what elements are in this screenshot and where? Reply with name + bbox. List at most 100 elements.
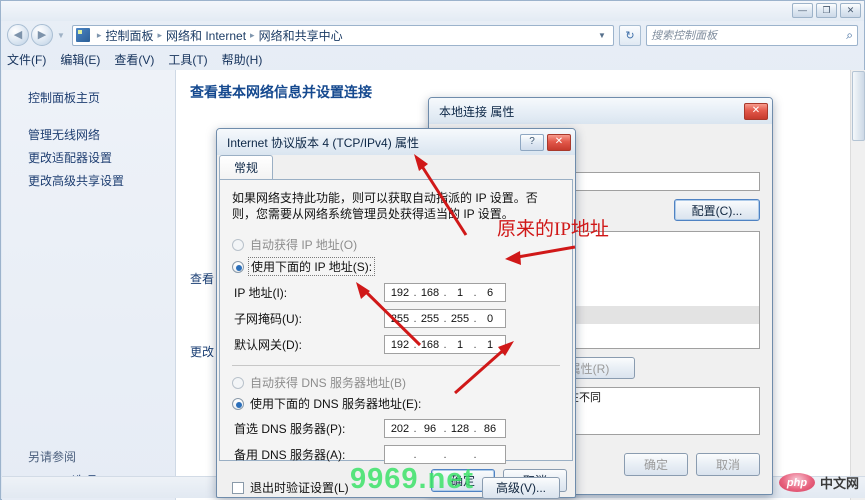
watermark-php: php 中文网 [778, 473, 859, 492]
ip-octet[interactable]: 255 [447, 313, 473, 325]
main-text-view: 查看 [190, 272, 215, 286]
bg-cancel-button[interactable]: 取消 [696, 453, 760, 476]
ip-address-input[interactable]: 192. 168. 1. 6 [384, 283, 506, 303]
ip-octet[interactable]: 192 [387, 287, 413, 299]
ip-octet[interactable]: 0 [477, 313, 503, 325]
maximize-button[interactable]: ❐ [816, 3, 837, 18]
search-box[interactable]: 搜索控制面板 ⌕ [646, 24, 858, 46]
field-row-subnet-mask: 子网掩码(U): 255. 255. 255. 0 [232, 308, 560, 329]
window-controls: — ❐ ✕ [792, 3, 861, 18]
menu-help[interactable]: 帮助(H) [222, 51, 263, 68]
radio-use-following-ip[interactable]: 使用下面的 IP 地址(S): [232, 257, 560, 277]
field-row-default-gateway: 默认网关(D): 192. 168. 1. 1 [232, 334, 560, 355]
checkbox-icon [232, 481, 244, 494]
radio-use-following-dns[interactable]: 使用下面的 DNS 服务器地址(E): [232, 395, 560, 412]
sidebar-item-manage-wireless[interactable]: 管理无线网络 [2, 123, 175, 146]
sidebar-item-advanced-sharing[interactable]: 更改高级共享设置 [2, 169, 175, 192]
breadcrumb-item-1[interactable]: 网络和 Internet [166, 27, 246, 44]
breadcrumb-separator: ▸ [157, 29, 162, 40]
menu-bar: 文件(F) 编辑(E) 查看(V) 工具(T) 帮助(H) [1, 49, 864, 69]
ip-octet[interactable]: 1 [447, 339, 473, 351]
main-text-change: 更改 [190, 345, 215, 359]
radio-obtain-ip-auto-label: 自动获得 IP 地址(O) [250, 238, 358, 253]
scrollbar-thumb[interactable] [852, 71, 865, 141]
field-row-ip-address: IP 地址(I): 192. 168. 1. 6 [232, 282, 560, 303]
forward-icon: ▶ [37, 28, 47, 41]
dialog-close-button[interactable]: ✕ [547, 133, 571, 151]
subnet-mask-input[interactable]: 255. 255. 255. 0 [384, 309, 506, 329]
breadcrumb-separator: ▸ [250, 29, 255, 40]
ip-octet[interactable]: 202 [387, 423, 413, 435]
subnet-mask-label: 子网掩码(U): [234, 312, 302, 327]
preferred-dns-label: 首选 DNS 服务器(P): [234, 422, 346, 437]
breadcrumb-item-0[interactable]: 控制面板 [105, 27, 153, 44]
alternate-dns-label: 备用 DNS 服务器(A): [234, 448, 346, 463]
ip-dot: . [473, 448, 477, 461]
minimize-button[interactable]: — [792, 3, 813, 18]
ip-dot: . [413, 448, 417, 461]
radio-obtain-dns-auto[interactable]: 自动获得 DNS 服务器地址(B) [232, 374, 560, 391]
ip-octet[interactable]: 168 [417, 287, 443, 299]
radio-icon [232, 376, 244, 389]
ip-field-group: IP 地址(I): 192. 168. 1. 6 子网掩码(U): 255. 2… [232, 282, 560, 355]
ip-address-label: IP 地址(I): [234, 286, 288, 301]
alternate-dns-input[interactable]: . . . [384, 445, 506, 465]
ip-octet[interactable]: 96 [417, 423, 443, 435]
watermark-site: 9969.net [350, 463, 475, 495]
radio-use-following-dns-label: 使用下面的 DNS 服务器地址(E): [250, 397, 422, 412]
refresh-icon: ↻ [625, 29, 635, 42]
window-titlebar: — ❐ ✕ [1, 1, 864, 21]
ip-octet[interactable]: 255 [387, 313, 413, 325]
back-button[interactable]: ◀ [7, 24, 29, 46]
tab-general[interactable]: 常规 [219, 155, 274, 179]
preferred-dns-input[interactable]: 202. 96. 128. 86 [384, 419, 506, 439]
ip-octet[interactable]: 192 [387, 339, 413, 351]
address-bar-row: ◀ ▶ ▼ ▸ 控制面板 ▸ 网络和 Internet ▸ 网络和共享中心 ▼ … [1, 21, 864, 49]
default-gateway-input[interactable]: 192. 168. 1. 1 [384, 335, 506, 355]
menu-file[interactable]: 文件(F) [7, 51, 46, 68]
radio-icon-selected [232, 397, 244, 410]
ip-octet[interactable]: 168 [417, 339, 443, 351]
dns-field-group: 首选 DNS 服务器(P): 202. 96. 128. 86 备用 DNS 服… [232, 418, 560, 465]
radio-obtain-dns-auto-label: 自动获得 DNS 服务器地址(B) [250, 376, 407, 391]
radio-icon [232, 238, 244, 251]
sidebar-item-home[interactable]: 控制面板主页 [2, 86, 175, 109]
menu-edit[interactable]: 编辑(E) [60, 51, 100, 68]
bg-dialog-titlebar: 本地连接 属性 ✕ [429, 98, 772, 124]
address-dropdown-icon[interactable]: ▼ [594, 31, 610, 40]
php-logo-icon: php [778, 473, 815, 492]
forward-button[interactable]: ▶ [31, 24, 53, 46]
close-button[interactable]: ✕ [840, 3, 861, 18]
menu-tools[interactable]: 工具(T) [168, 51, 207, 68]
checkbox-validate-on-exit-label: 退出时验证设置(L) [250, 481, 349, 496]
ip-octet[interactable]: 1 [447, 287, 473, 299]
ip-octet[interactable]: 1 [477, 339, 503, 351]
control-panel-icon [75, 28, 90, 42]
breadcrumb-separator: ▸ [96, 29, 102, 40]
tcpip4-properties-dialog: Internet 协议版本 4 (TCP/IPv4) 属性 ? ✕ 常规 如果网… [216, 128, 576, 499]
refresh-button[interactable]: ↻ [619, 24, 641, 46]
see-also-heading: 另请参阅 [28, 450, 77, 464]
sidebar-item-change-adapter[interactable]: 更改适配器设置 [2, 146, 175, 169]
dialog-title: Internet 协议版本 4 (TCP/IPv4) 属性 [227, 135, 420, 150]
default-gateway-label: 默认网关(D): [234, 338, 302, 353]
ip-octet[interactable]: 255 [417, 313, 443, 325]
advanced-button[interactable]: 高级(V)... [482, 476, 560, 499]
dialog-titlebar: Internet 协议版本 4 (TCP/IPv4) 属性 ? ✕ [217, 129, 575, 155]
configure-button[interactable]: 配置(C)... [674, 199, 760, 221]
divider [232, 365, 560, 367]
address-bar[interactable]: ▸ 控制面板 ▸ 网络和 Internet ▸ 网络和共享中心 ▼ [71, 24, 614, 46]
tab-strip: 常规 [219, 155, 575, 179]
ip-octet[interactable]: 86 [477, 423, 503, 435]
history-dropdown-icon[interactable]: ▼ [57, 31, 65, 40]
help-button[interactable]: ? [520, 133, 544, 151]
breadcrumb-item-2[interactable]: 网络和共享中心 [259, 27, 343, 44]
search-input[interactable]: 搜索控制面板 [651, 27, 846, 43]
bg-dialog-title: 本地连接 属性 [439, 104, 515, 119]
ip-octet[interactable]: 6 [477, 287, 503, 299]
bg-ok-button[interactable]: 确定 [624, 453, 688, 476]
vertical-scrollbar[interactable] [850, 70, 865, 500]
ip-octet[interactable]: 128 [447, 423, 473, 435]
menu-view[interactable]: 查看(V) [114, 51, 154, 68]
bg-dialog-close-button[interactable]: ✕ [744, 102, 768, 120]
